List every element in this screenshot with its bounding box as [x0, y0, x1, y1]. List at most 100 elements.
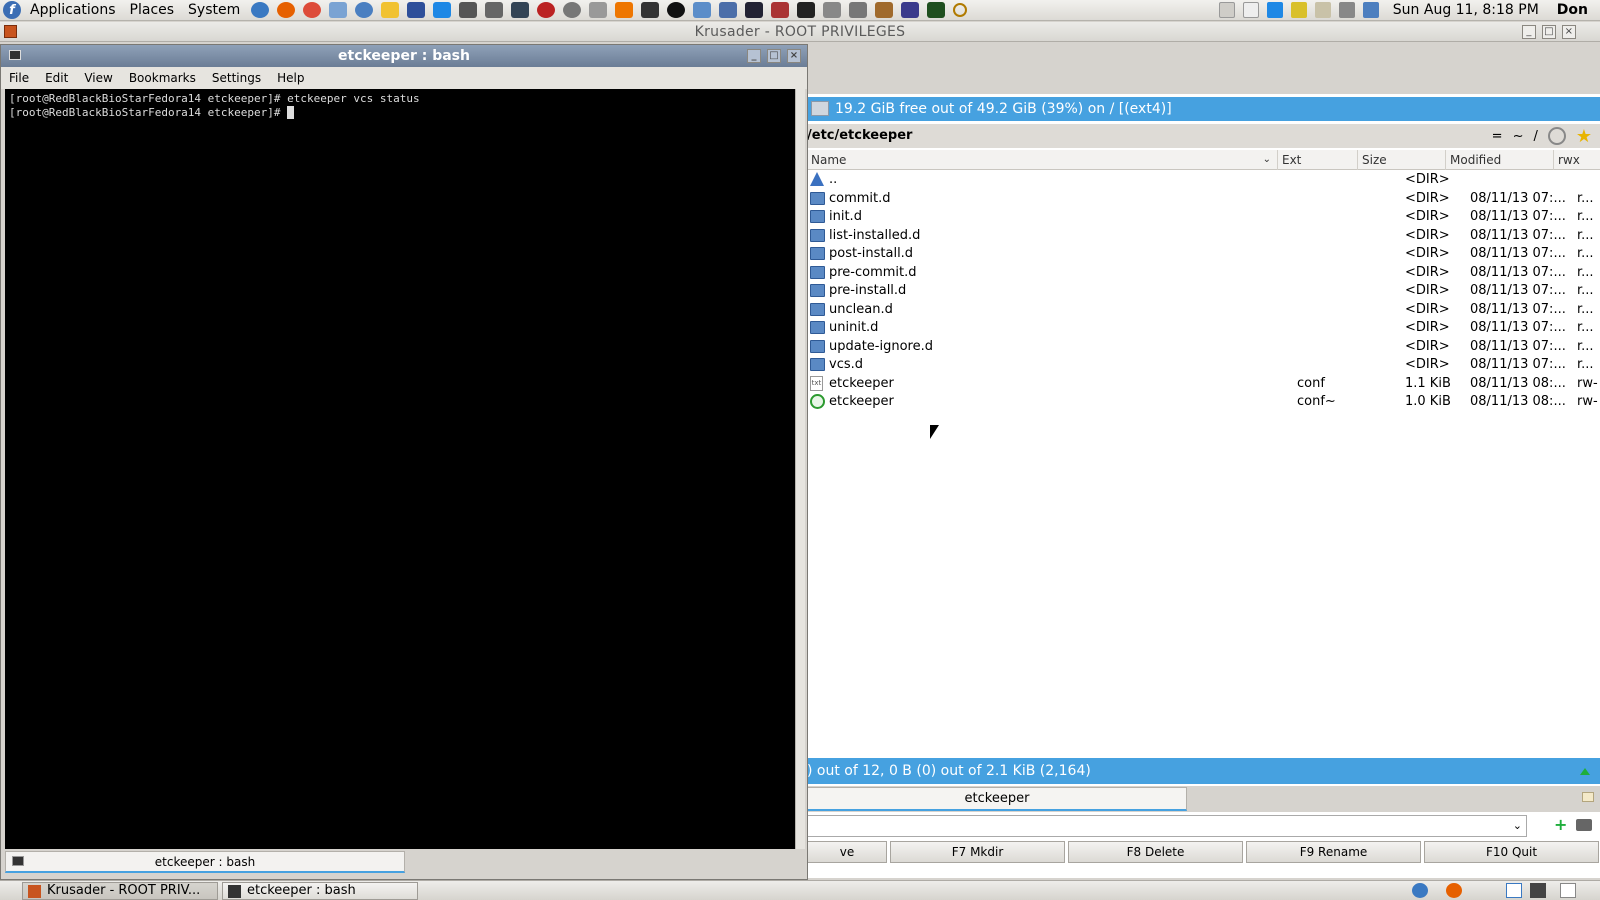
terminal-launcher-icon[interactable]	[797, 2, 816, 18]
close-button[interactable]: ×	[1562, 25, 1576, 39]
terminal-menu-help[interactable]: Help	[269, 71, 312, 85]
menu-system[interactable]: System	[181, 2, 247, 18]
thunderbird-tray-icon[interactable]	[1412, 883, 1428, 898]
new-tab-icon[interactable]	[1582, 792, 1594, 802]
file-row[interactable]: list-installed.d <DIR> 08/11/13 07:... r...	[807, 227, 1600, 245]
maximize-button[interactable]: □	[1542, 25, 1556, 39]
workspace-1-icon[interactable]	[1506, 883, 1522, 898]
hammer-launcher-icon[interactable]	[875, 2, 894, 18]
terminal-close-button[interactable]: ×	[787, 49, 801, 63]
search-icon[interactable]	[953, 3, 968, 17]
clock[interactable]: Sun Aug 11, 8:18 PM	[1393, 2, 1539, 18]
gears-launcher-icon[interactable]	[641, 2, 660, 18]
terminal-menu-settings[interactable]: Settings	[204, 71, 269, 85]
terminal-title-bar[interactable]: etckeeper : bash _ □ ×	[1, 45, 807, 67]
column-size[interactable]: Size	[1357, 150, 1445, 170]
chrome-launcher-icon[interactable]	[303, 2, 322, 18]
f9-rename-button[interactable]: F9 Rename	[1246, 841, 1421, 863]
panel-tab-etckeeper[interactable]: etckeeper	[807, 787, 1187, 811]
column-ext[interactable]: Ext	[1277, 150, 1357, 170]
file-row[interactable]: uninit.d <DIR> 08/11/13 07:... r...	[807, 319, 1600, 337]
current-path[interactable]: /etc/etckeeper	[807, 128, 912, 143]
scanner-launcher-icon[interactable]	[459, 2, 478, 18]
file-row[interactable]: init.d <DIR> 08/11/13 07:... r...	[807, 208, 1600, 226]
calendar-launcher-icon[interactable]	[771, 2, 790, 18]
terminal-maximize-button[interactable]: □	[767, 49, 781, 63]
column-name[interactable]: Name ⌄	[807, 150, 1277, 170]
sync-tray-icon[interactable]	[1266, 2, 1283, 18]
root-button[interactable]: /	[1533, 129, 1537, 144]
command-line-input[interactable]: ⌄	[807, 815, 1527, 837]
file-row[interactable]: commit.d <DIR> 08/11/13 07:... r...	[807, 190, 1600, 208]
history-icon[interactable]	[1547, 127, 1566, 145]
document-launcher-icon[interactable]	[329, 2, 348, 18]
terminal-tab[interactable]: etckeeper : bash	[5, 851, 405, 873]
workspace-3-icon[interactable]	[1560, 883, 1576, 898]
vlc-launcher-icon[interactable]	[615, 2, 634, 18]
path-bar[interactable]: /etc/etckeeper	[807, 124, 1600, 148]
sort-chevron-down-icon[interactable]: ⌄	[1263, 150, 1271, 170]
vm-launcher-icon[interactable]	[511, 2, 530, 18]
task-terminal[interactable]: etckeeper : bash	[222, 882, 418, 900]
network-launcher-icon[interactable]	[719, 2, 738, 18]
file-row[interactable]: .. <DIR>	[807, 171, 1600, 189]
add-icon[interactable]: +	[1554, 815, 1567, 834]
menu-places[interactable]: Places	[123, 2, 182, 18]
volume-icon[interactable]	[1338, 2, 1355, 18]
window-list-icon[interactable]	[1218, 2, 1235, 18]
compare-button[interactable]: =	[1492, 129, 1503, 144]
globe-launcher-icon[interactable]	[355, 2, 374, 18]
media-launcher-icon[interactable]	[537, 2, 556, 18]
file-row[interactable]: txt etckeeper conf 1.1 KiB 08/11/13 08:... rw…	[807, 375, 1600, 393]
terminal-menu-edit[interactable]: Edit	[37, 71, 76, 85]
terminal-screen[interactable]: [root@RedBlackBioStarFedora14 etckeeper]…	[5, 89, 795, 849]
f10-quit-button[interactable]: F10 Quit	[1424, 841, 1599, 863]
file-row[interactable]: pre-install.d <DIR> 08/11/13 07:... r...	[807, 282, 1600, 300]
f7-mkdir-button[interactable]: F7 Mkdir	[890, 841, 1065, 863]
krusader-title-bar[interactable]: Krusader - ROOT PRIVILEGES _ □ ×	[0, 22, 1600, 42]
minimize-button[interactable]: _	[1522, 25, 1536, 39]
firefox-launcher-icon[interactable]	[277, 2, 296, 18]
update-tray-icon[interactable]	[1290, 2, 1307, 18]
firefox-tray-icon[interactable]	[1446, 883, 1462, 898]
file-row[interactable]: vcs.d <DIR> 08/11/13 07:... r...	[807, 356, 1600, 374]
notes-launcher-icon[interactable]	[381, 2, 400, 18]
file-row[interactable]: pre-commit.d <DIR> 08/11/13 07:... r...	[807, 264, 1600, 282]
user-menu[interactable]: Don	[1557, 2, 1588, 18]
f6-move-button[interactable]: ve	[807, 841, 887, 863]
file-row[interactable]: update-ignore.d <DIR> 08/11/13 07:... r...	[807, 338, 1600, 356]
file-row[interactable]: etckeeper conf~ 1.0 KiB 08/11/13 08:... rw-	[807, 393, 1600, 411]
network-tray-icon[interactable]	[1362, 2, 1379, 18]
file-row[interactable]: post-install.d <DIR> 08/11/13 07:... r...	[807, 245, 1600, 263]
terminal-emulator-icon[interactable]	[1576, 819, 1592, 831]
terminal-menu-bookmarks[interactable]: Bookmarks	[121, 71, 204, 85]
chevron-down-icon[interactable]: ⌄	[1513, 819, 1522, 832]
workspace-2-icon[interactable]	[1530, 883, 1546, 898]
terminal-minimize-button[interactable]: _	[747, 49, 761, 63]
webcam-launcher-icon[interactable]	[563, 2, 582, 18]
menu-applications[interactable]: Applications	[23, 2, 123, 18]
column-rwx[interactable]: rwx	[1553, 150, 1600, 170]
binary-launcher-icon[interactable]	[745, 2, 764, 18]
clipboard-tray-icon[interactable]	[1314, 2, 1331, 18]
camera-launcher-icon[interactable]	[485, 2, 504, 18]
thunderbird-launcher-icon[interactable]	[251, 2, 270, 18]
bookmarks-star-icon[interactable]: ★	[1576, 126, 1592, 147]
home-button[interactable]: ~	[1513, 129, 1524, 144]
file-row[interactable]: unclean.d <DIR> 08/11/13 07:... r...	[807, 301, 1600, 319]
data-launcher-icon[interactable]	[823, 2, 842, 18]
task-krusader[interactable]: Krusader - ROOT PRIV...	[22, 882, 218, 900]
terminal-scrollbar[interactable]	[795, 89, 805, 849]
f8-delete-button[interactable]: F8 Delete	[1068, 841, 1243, 863]
at-launcher-icon[interactable]	[667, 2, 686, 18]
search-file-launcher-icon[interactable]	[849, 2, 868, 18]
removable-media-icon[interactable]	[1242, 2, 1259, 18]
tools-launcher-icon[interactable]	[589, 2, 608, 18]
column-modified[interactable]: Modified	[1445, 150, 1553, 170]
panel-toggle-icon[interactable]	[1580, 768, 1590, 775]
terminal-menu-view[interactable]: View	[76, 71, 120, 85]
system-monitor-launcher-icon[interactable]	[927, 2, 946, 18]
terminal-menu-file[interactable]: File	[1, 71, 37, 85]
screenshot-launcher-icon[interactable]	[693, 2, 712, 18]
sync-launcher-icon[interactable]	[433, 2, 452, 18]
